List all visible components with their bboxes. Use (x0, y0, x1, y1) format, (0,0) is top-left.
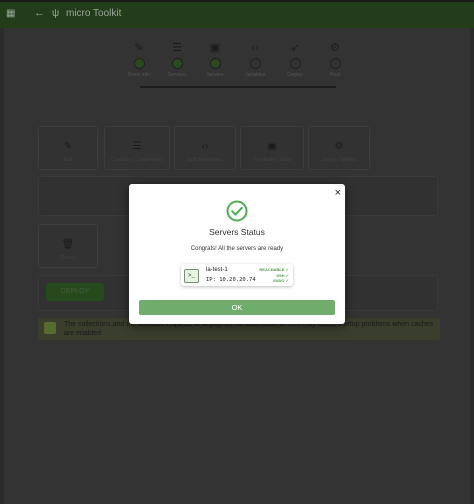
step-dot (289, 58, 301, 69)
card-edit[interactable]: ✎ Edit (38, 126, 98, 170)
step-label: Services (167, 72, 187, 78)
close-icon[interactable]: × (335, 187, 341, 199)
wrench-icon: ⚙ (334, 141, 344, 152)
logo-icon: ψ (52, 8, 60, 19)
server-icon: ▣ (267, 141, 277, 152)
card-label: Delete (60, 255, 76, 261)
list-icon: ☰ (132, 141, 142, 152)
card-label: Configure Components (111, 157, 163, 163)
rocket-icon: ➶ (290, 42, 300, 54)
app-title: micro Toolkit (66, 8, 122, 19)
ok-button[interactable]: OK (139, 300, 335, 315)
card-edit-inventories[interactable]: ‹› Edit Inventories (174, 126, 236, 170)
step-basic-info[interactable]: ✎ Basic info (120, 40, 158, 78)
card-label: Edit Inventories (187, 157, 223, 163)
card-pre-deploy-steps[interactable]: ▣ Pre-deploy Steps (240, 126, 304, 170)
server-card: >_ la-test-1 IP: 10.20.20.74 REACHABLE ✓… (181, 264, 293, 286)
step-variables[interactable]: ‹› Variables (236, 40, 274, 78)
card-label: Deploy Options (321, 157, 357, 163)
card-deploy-options[interactable]: ⚙ Deploy Options (308, 126, 370, 170)
code-icon: ‹› (251, 42, 259, 54)
dialog-message: Congrats! All the servers are ready (190, 246, 284, 252)
stepper-line (140, 86, 336, 88)
status-reachable: REACHABLE ✓ (259, 267, 289, 272)
step-dot (249, 58, 261, 69)
servers-status-dialog: × Servers Status Congrats! All the serve… (129, 184, 345, 324)
top-app-bar: ▦ ← ψ micro Toolkit (0, 0, 474, 28)
wrench-icon: ⚙ (330, 42, 340, 54)
list-icon: ☰ (172, 42, 182, 54)
step-label: Servers (206, 72, 224, 78)
card-label: Pre-deploy Steps (252, 157, 292, 163)
step-label: Variables (244, 72, 266, 78)
pencil-icon: ✎ (134, 42, 144, 54)
step-label: Post (329, 72, 340, 78)
card-delete[interactable]: 🗑 Delete (38, 224, 98, 268)
card-configure-components[interactable]: ☰ Configure Components (104, 126, 170, 170)
step-label: Deploy (287, 72, 303, 78)
step-label: Basic info (128, 72, 150, 78)
pencil-icon: ✎ (63, 141, 73, 152)
info-icon (44, 322, 56, 334)
card-label: Edit (63, 157, 73, 163)
trash-icon: 🗑 (61, 239, 75, 250)
step-services[interactable]: ☰ Services (158, 40, 196, 78)
status-ssh: SSH ✓ (276, 272, 289, 278)
back-arrow-icon[interactable]: ← (34, 7, 45, 19)
step-dot (171, 58, 183, 69)
server-name: la-test-1 (206, 267, 228, 273)
step-servers[interactable]: ▣ Servers (196, 40, 234, 78)
code-icon: ‹› (201, 141, 209, 152)
server-icon: ▣ (209, 42, 221, 54)
step-dot (133, 58, 145, 69)
wizard-stepper: ✎ Basic info ☰ Services ▣ Servers ‹› Var… (118, 40, 356, 100)
dialog-title: Servers Status (209, 227, 265, 237)
terminal-icon: >_ (184, 269, 199, 283)
deploy-button[interactable]: DEPLOY (46, 283, 104, 301)
step-dot (209, 58, 221, 69)
step-deploy[interactable]: ➶ Deploy (276, 40, 314, 78)
grid-icon[interactable]: ▦ (6, 8, 15, 19)
server-ip: IP: 10.20.20.74 (206, 277, 256, 283)
step-post[interactable]: ⚙ Post (316, 40, 354, 78)
check-circle-icon (226, 200, 248, 222)
status-sudo: SUDO ✓ (272, 278, 289, 283)
step-dot (329, 58, 341, 69)
